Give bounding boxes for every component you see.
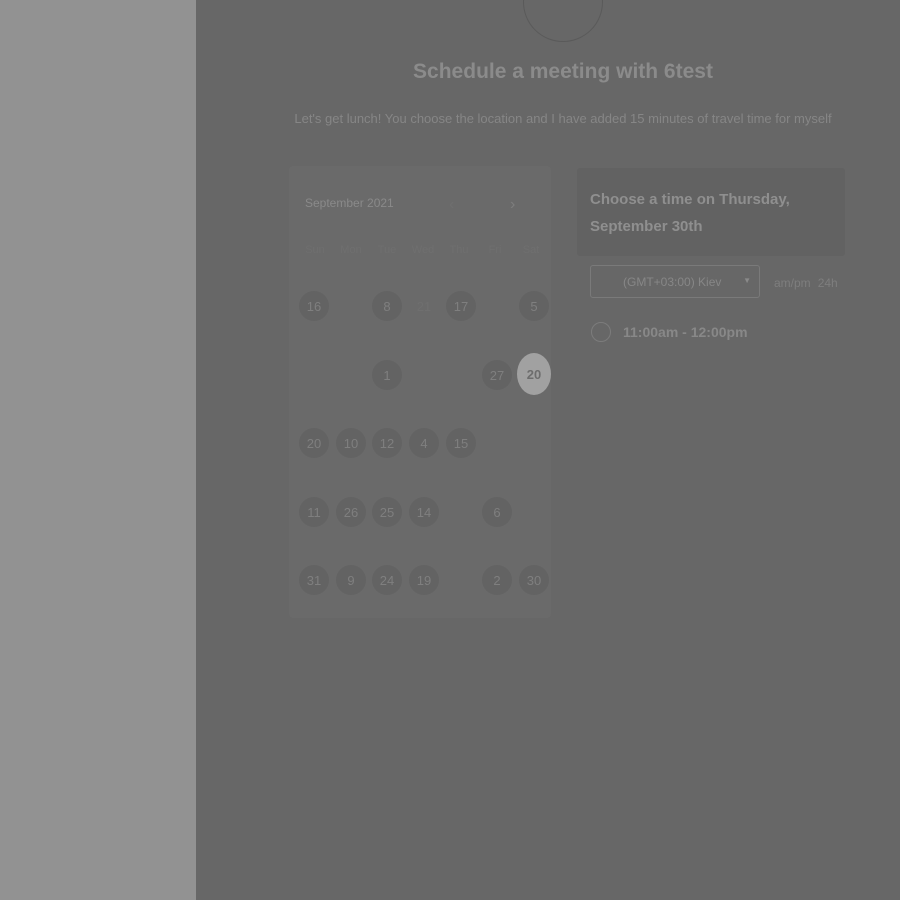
timezone-select[interactable]: (GMT+03:00) Kiev ▼ <box>590 265 760 298</box>
weekday-label: Sat <box>522 244 540 256</box>
weekday-label: Tue <box>377 244 397 256</box>
calendar-day[interactable]: 31 <box>299 565 329 595</box>
calendar-day[interactable]: 19 <box>409 565 439 595</box>
calendar-day[interactable]: 10 <box>336 428 366 458</box>
caret-down-icon: ▼ <box>743 276 751 285</box>
date-picker-calendar: September 2021 ‹ › Sun Mon Tue Wed Thu F… <box>289 166 551 618</box>
calendar-day[interactable]: 26 <box>336 497 366 527</box>
calendar-day[interactable]: 14 <box>409 497 439 527</box>
meeting-description: Let's get lunch! You choose the location… <box>294 111 832 126</box>
chevron-right-icon[interactable]: › <box>510 196 515 214</box>
page-title: Schedule a meeting with 6test <box>413 60 713 83</box>
timezone-value: (GMT+03:00) Kiev <box>623 274 722 289</box>
time-slot-label[interactable]: 11:00am - 12:00pm <box>623 324 748 340</box>
calendar-day[interactable]: 8 <box>372 291 402 321</box>
calendar-day[interactable]: 16 <box>299 291 329 321</box>
month-label: September 2021 <box>305 196 394 210</box>
calendar-day[interactable]: 4 <box>409 428 439 458</box>
calendar-day[interactable]: 5 <box>519 291 549 321</box>
format-ampm-option[interactable]: am/pm <box>774 276 811 290</box>
calendar-day-selected[interactable]: 20 <box>517 353 551 395</box>
calendar-day[interactable]: 9 <box>336 565 366 595</box>
calendar-day[interactable]: 6 <box>482 497 512 527</box>
calendar-day[interactable]: 15 <box>446 428 476 458</box>
weekday-label: Wed <box>411 244 435 256</box>
weekday-header: Sun Mon Tue Wed Thu Fri Sat <box>297 244 549 256</box>
avatar-initials: 6T <box>551 0 574 5</box>
calendar-day[interactable]: 1 <box>372 360 402 390</box>
calendar-day[interactable]: 20 <box>299 428 329 458</box>
time-format-toggle: am/pm 24h <box>774 276 838 290</box>
weekday-label: Fri <box>488 244 502 256</box>
calendar-day[interactable]: 25 <box>372 497 402 527</box>
calendar-day[interactable]: 21 <box>409 291 439 321</box>
left-side-panel <box>0 0 196 900</box>
chevron-left-icon[interactable]: ‹ <box>449 196 454 214</box>
calendar-day[interactable]: 17 <box>446 291 476 321</box>
time-selection-title: Choose a time on Thursday, September 30t… <box>590 191 790 235</box>
calendar-day[interactable]: 27 <box>482 360 512 390</box>
calendar-day[interactable]: 24 <box>372 565 402 595</box>
time-slot-radio[interactable] <box>591 322 611 342</box>
weekday-label: Thu <box>449 244 469 256</box>
calendar-day[interactable]: 2 <box>482 565 512 595</box>
calendar-day[interactable]: 11 <box>299 497 329 527</box>
time-selection-header: Choose a time on Thursday, September 30t… <box>577 168 845 256</box>
weekday-label: Mon <box>340 244 362 256</box>
format-24h-option[interactable]: 24h <box>818 276 838 290</box>
calendar-day[interactable]: 30 <box>519 565 549 595</box>
weekday-label: Sun <box>305 244 325 256</box>
calendar-day[interactable]: 12 <box>372 428 402 458</box>
